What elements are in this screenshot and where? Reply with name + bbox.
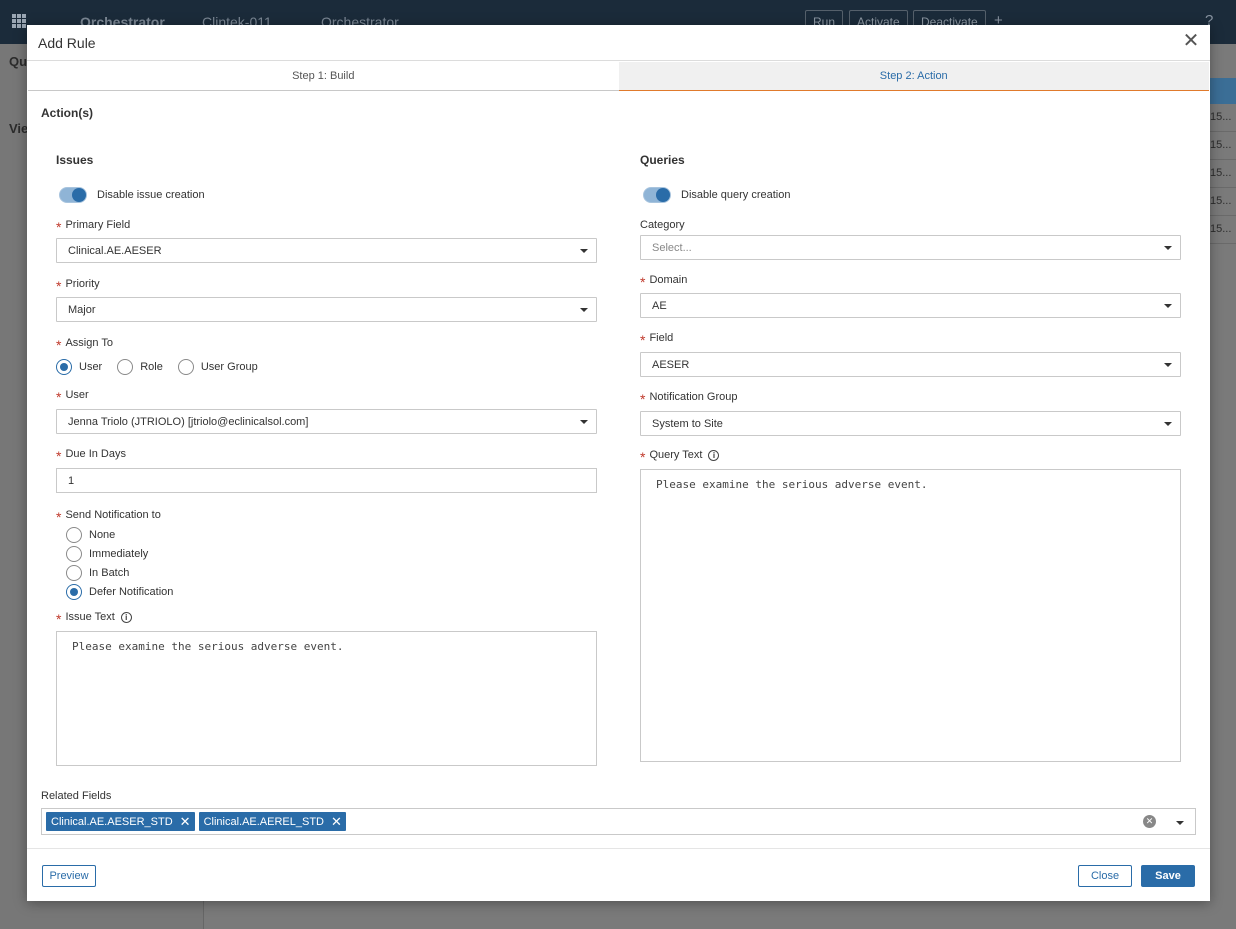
chevron-down-icon [1164, 303, 1172, 308]
add-rule-dialog: Add Rule ✕ Step 1: Build Step 2: Action … [27, 25, 1210, 901]
assign-to-label: Assign To [65, 337, 113, 349]
section-title: Action(s) [41, 106, 93, 120]
category-select[interactable]: Select... [640, 235, 1181, 260]
due-in-days-label: Due In Days [65, 448, 126, 460]
tab-step-action[interactable]: Step 2: Action [618, 62, 1209, 91]
domain-label: Domain [649, 274, 688, 286]
assign-user-radio[interactable] [56, 359, 72, 375]
dialog-header: Add Rule ✕ [27, 25, 1210, 61]
assign-user-group-radio[interactable] [177, 359, 194, 375]
primary-field-select[interactable]: Clinical.AE.AESER [56, 238, 597, 263]
save-button[interactable]: Save [1141, 865, 1195, 887]
tab-step-build[interactable]: Step 1: Build [28, 62, 619, 91]
primary-field-label: Primary Field [65, 219, 131, 231]
disable-issue-toggle[interactable] [59, 187, 87, 203]
notify-immediately-label: Immediately [89, 547, 149, 560]
assign-role-label: Role [140, 361, 163, 373]
primary-field-value: Clinical.AE.AESER [68, 244, 162, 257]
notification-group-select[interactable]: System to Site [640, 411, 1181, 436]
notification-group-value: System to Site [652, 417, 723, 430]
close-button[interactable]: Close [1078, 865, 1132, 887]
assign-role-radio[interactable] [117, 359, 134, 375]
send-notification-label: Send Notification to [65, 509, 161, 521]
related-field-chip: Clinical.AE.AEREL_STD ✕ [198, 812, 346, 831]
issue-text-label: Issue Text [65, 611, 115, 623]
domain-select[interactable]: AE [640, 293, 1181, 318]
assign-user-label: User [79, 361, 103, 373]
dialog-title: Add Rule [38, 35, 96, 51]
disable-query-toggle[interactable] [643, 187, 671, 203]
due-in-days-input[interactable]: 1 [56, 468, 597, 493]
step-tabs: Step 1: Build Step 2: Action [28, 62, 1209, 91]
category-placeholder: Select... [652, 241, 692, 254]
remove-chip-icon[interactable]: ✕ [331, 814, 342, 830]
chip-label: Clinical.AE.AESER_STD [51, 815, 173, 828]
chip-label: Clinical.AE.AEREL_STD [203, 815, 324, 828]
priority-value: Major [68, 303, 96, 316]
notify-in-batch-label: In Batch [89, 566, 130, 579]
query-text-label: Query Text [649, 449, 703, 461]
priority-select[interactable]: Major [56, 297, 597, 322]
field-value: AESER [652, 358, 690, 371]
user-select[interactable]: Jenna Triolo (JTRIOLO) [jtriolo@eclinica… [56, 409, 597, 434]
category-label: Category [640, 219, 685, 231]
notify-immediately-radio[interactable] [66, 545, 82, 562]
field-label: Field [649, 332, 674, 344]
chevron-down-icon [580, 248, 588, 253]
query-text-area[interactable]: Please examine the serious adverse event… [640, 469, 1181, 762]
info-icon[interactable]: i [120, 611, 132, 623]
chevron-down-icon [580, 307, 588, 312]
chevron-down-icon [1164, 362, 1172, 367]
notify-none-label: None [89, 528, 116, 541]
chevron-down-icon[interactable] [1176, 821, 1184, 825]
notify-defer-label: Defer Notification [89, 585, 174, 598]
priority-label: Priority [65, 278, 100, 290]
related-field-chip: Clinical.AE.AESER_STD ✕ [46, 812, 195, 831]
app-grid-icon[interactable] [12, 14, 26, 28]
disable-query-label: Disable query creation [681, 189, 791, 201]
issues-column: Issues Disable issue creation * Primary F… [56, 153, 597, 766]
assign-user-group-label: User Group [200, 361, 258, 373]
side-label-view: Vie [9, 121, 29, 136]
dialog-footer: Preview Close Save [27, 848, 1210, 901]
issue-text-area[interactable]: Please examine the serious adverse event… [56, 631, 597, 766]
user-value: Jenna Triolo (JTRIOLO) [jtriolo@eclinica… [68, 415, 309, 428]
clear-all-icon[interactable]: ✕ [1143, 815, 1156, 828]
user-label: User [65, 389, 89, 401]
info-icon[interactable]: i [708, 449, 720, 461]
notification-group-label: Notification Group [649, 391, 738, 403]
close-icon[interactable]: ✕ [1180, 31, 1202, 53]
chevron-down-icon [1164, 245, 1172, 250]
domain-value: AE [652, 299, 667, 312]
chevron-down-icon [580, 419, 588, 424]
remove-chip-icon[interactable]: ✕ [180, 814, 191, 830]
related-fields-select[interactable]: Clinical.AE.AESER_STD ✕ Clinical.AE.AEREL… [41, 808, 1196, 835]
preview-button[interactable]: Preview [42, 865, 96, 887]
chevron-down-icon [1164, 421, 1172, 426]
field-select[interactable]: AESER [640, 352, 1181, 377]
disable-issue-label: Disable issue creation [97, 189, 205, 201]
queries-column: Queries Disable query creation Category … [640, 153, 1181, 762]
related-fields-label: Related Fields [41, 790, 112, 802]
notify-defer-radio[interactable] [66, 583, 82, 600]
notify-in-batch-radio[interactable] [66, 564, 82, 581]
notify-none-radio[interactable] [66, 526, 82, 543]
